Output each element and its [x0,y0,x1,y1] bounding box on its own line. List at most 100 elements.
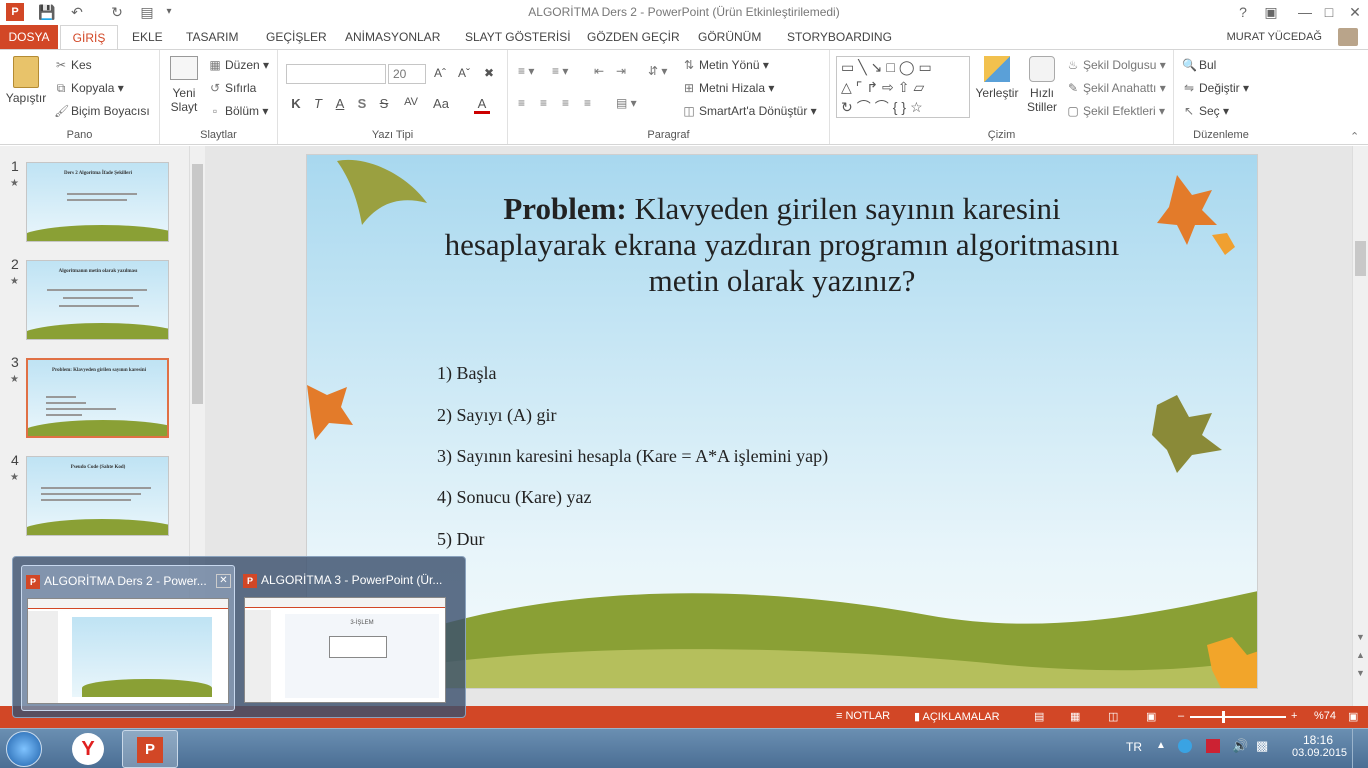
font-size-dropdown[interactable]: 20 [388,64,426,84]
preview-window-1[interactable]: P ALGORİTMA Ders 2 - Power... ✕ [21,565,235,711]
ribbon-display-icon[interactable]: ▣ [1262,3,1280,21]
help-icon[interactable]: ? [1234,3,1252,21]
algorithm-step-1[interactable]: 1) Başla [437,363,496,384]
replace-button[interactable]: ⇋ Değiştir ▾ [1182,81,1249,95]
decrease-indent-icon[interactable]: ⇤ [594,64,604,78]
paste-button[interactable]: Yapıştır [4,56,48,105]
tray-app-icon[interactable] [1178,739,1192,753]
tray-security-icon[interactable] [1206,739,1220,753]
notes-button[interactable]: ≡ NOTLAR [836,710,890,722]
text-direction-button[interactable]: ⇅ Metin Yönü ▾ [682,58,769,72]
taskbar-powerpoint-button[interactable]: P [122,730,178,768]
tab-dosya[interactable]: DOSYA [0,25,58,49]
copy-button[interactable]: ⧉ Kopyala ▾ [54,81,124,96]
fit-to-window-icon[interactable]: ▣ [1348,710,1358,723]
slide-thumbnail-2[interactable]: Algoritmanın metin olarak yazılması [26,260,169,340]
slideshow-view-icon[interactable]: ▣ [1146,710,1156,723]
columns-icon[interactable]: ▤ ▾ [616,96,637,110]
line-spacing-icon[interactable]: ⇵ ▾ [648,64,667,78]
reading-view-icon[interactable]: ◫ [1108,710,1118,723]
algorithm-step-3[interactable]: 3) Sayının karesini hesapla (Kare = A*A … [437,446,828,467]
font-name-dropdown[interactable] [286,64,386,84]
increase-indent-icon[interactable]: ⇥ [616,64,626,78]
zoom-slider-handle[interactable] [1222,711,1225,723]
bold-button[interactable]: K [288,96,304,111]
algorithm-step-4[interactable]: 4) Sonucu (Kare) yaz [437,487,591,508]
clock[interactable]: 18:16 03.09.2015 [1292,733,1347,759]
tray-expand-icon[interactable]: ▲ [1156,740,1166,751]
find-button[interactable]: 🔍 Bul [1182,58,1216,72]
minimize-icon[interactable]: — [1296,3,1314,21]
layout-button[interactable]: ▦ Düzen ▾ [208,58,269,72]
align-right-icon[interactable]: ≡ [562,96,569,110]
collapse-ribbon-icon[interactable]: ⌃ [1350,130,1359,143]
tab-tasarim[interactable]: TASARIM [178,25,246,49]
previous-slide-icon[interactable]: ▲ [1356,650,1365,660]
algorithm-step-5[interactable]: 5) Dur [437,529,485,550]
yandex-browser-icon[interactable]: Y [72,733,104,765]
tab-slayt-gosterisi[interactable]: SLAYT GÖSTERİSİ [457,25,579,49]
zoom-in-icon[interactable]: + [1291,710,1297,722]
tab-storyboarding[interactable]: STORYBOARDING [779,25,900,49]
strikethrough-button[interactable]: S [376,96,392,111]
align-center-icon[interactable]: ≡ [540,96,547,110]
shadow-button[interactable]: S [354,96,370,111]
user-avatar[interactable] [1338,28,1358,46]
numbering-icon[interactable]: ≡ ▾ [552,64,568,78]
tab-ekle[interactable]: EKLE [124,25,171,49]
zoom-out-icon[interactable]: – [1178,710,1184,722]
smartart-button[interactable]: ◫ SmartArt'a Dönüştür ▾ [682,104,816,118]
clear-format-icon[interactable]: ✖ [484,66,494,80]
slide-thumbnail-1[interactable]: Ders 2 Algoritma İfade Şekilleri [26,162,169,242]
close-icon[interactable]: ✕ [1346,3,1364,21]
start-button[interactable] [6,731,42,767]
cut-button[interactable]: ✂ Kes [54,58,92,72]
arrange-button[interactable]: Yerleştir [974,56,1020,100]
network-icon[interactable]: ▩ [1256,738,1268,754]
slide-thumbnail-3[interactable]: Problem: Klavyeden girilen sayının kares… [26,358,169,438]
tab-giris[interactable]: GİRİŞ [60,25,118,50]
change-case-button[interactable]: Aa [430,96,452,111]
align-left-icon[interactable]: ≡ [518,96,525,110]
bullets-icon[interactable]: ≡ ▾ [518,64,534,78]
slide-scrollbar[interactable]: ▼ ▲ ▼ [1352,146,1368,706]
new-slide-button[interactable]: Yeni Slayt [164,56,204,114]
tab-gecisler[interactable]: GEÇİŞLER [258,25,335,49]
language-indicator[interactable]: TR [1126,740,1142,754]
shapes-gallery[interactable]: ▭╲↘□◯▭ △⌜↱⇨⇧▱ ↻⌒⌒{}☆ [836,56,970,118]
maximize-icon[interactable]: □ [1320,3,1338,21]
tab-animasyonlar[interactable]: ANİMASYONLAR [337,25,448,49]
volume-icon[interactable]: 🔊 [1232,738,1248,754]
shape-fill-button[interactable]: ♨ Şekil Dolgusu ▾ [1066,58,1166,72]
slide-thumbnail-4[interactable]: Pseudo Code (Sahte Kod) [26,456,169,536]
select-button[interactable]: ↖ Seç ▾ [1182,104,1229,118]
justify-icon[interactable]: ≡ [584,96,591,110]
section-button[interactable]: ▫ Bölüm ▾ [208,104,269,118]
tab-gozden-gecir[interactable]: GÖZDEN GEÇİR [579,25,688,49]
reset-button[interactable]: ↺ Sıfırla [208,81,256,95]
quick-styles-button[interactable]: Hızlı Stiller [1022,56,1062,114]
scroll-down-icon[interactable]: ▼ [1356,632,1365,642]
shrink-font-icon[interactable]: Aˇ [458,66,470,80]
preview-window-2[interactable]: P ALGORİTMA 3 - PowerPoint (Ür... 3-İŞLE… [239,565,453,711]
algorithm-step-2[interactable]: 2) Sayıyı (A) gir [437,405,556,426]
format-painter-button[interactable]: 🖌 Biçim Boyacısı [54,104,150,118]
shape-effects-button[interactable]: ▢ Şekil Efektleri ▾ [1066,104,1165,118]
zoom-level[interactable]: %74 [1314,710,1336,722]
slide-scrollbar-thumb[interactable] [1355,241,1366,276]
char-spacing-button[interactable]: AV [398,96,424,108]
close-preview-icon[interactable]: ✕ [216,574,231,588]
align-text-button[interactable]: ⊞ Metni Hizala ▾ [682,81,774,95]
slide-sorter-icon[interactable]: ▦ [1070,710,1080,723]
shape-outline-button[interactable]: ✎ Şekil Anahattı ▾ [1066,81,1166,95]
italic-button[interactable]: T [310,96,326,111]
font-color-button[interactable]: A [474,96,490,114]
comments-button[interactable]: ▮ AÇIKLAMALAR [914,710,1000,723]
normal-view-icon[interactable]: ▤ [1034,710,1044,723]
next-slide-icon[interactable]: ▼ [1356,668,1365,678]
tab-gorunum[interactable]: GÖRÜNÜM [690,25,769,49]
grow-font-icon[interactable]: Aˆ [434,66,446,80]
slide-title[interactable]: Problem: Klavyeden girilen sayının kares… [427,191,1137,299]
thumbnail-scrollbar-thumb[interactable] [192,164,203,404]
underline-button[interactable]: A [332,96,348,111]
